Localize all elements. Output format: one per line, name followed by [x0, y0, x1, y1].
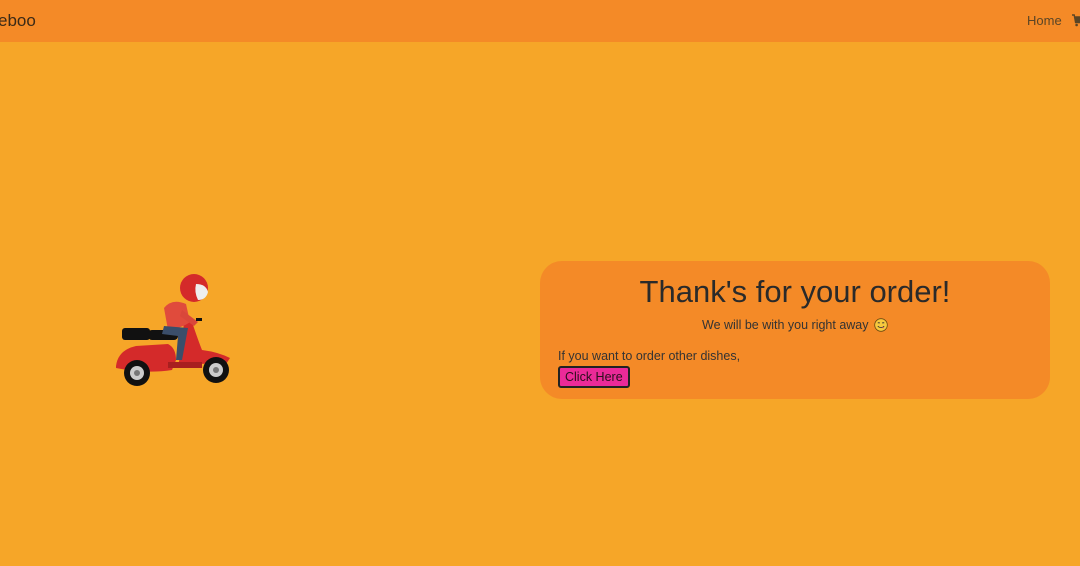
- navbar: eboo Home: [0, 0, 1080, 42]
- click-here-button[interactable]: Click Here: [558, 366, 630, 388]
- order-more-prompt: If you want to order other dishes,: [558, 349, 741, 363]
- order-confirmation-card: Thank's for your order! We will be with …: [540, 261, 1050, 399]
- cart-icon[interactable]: [1072, 14, 1080, 28]
- subtitle-text: We will be with you right away: [702, 318, 869, 332]
- delivery-scooter-illustration: [116, 274, 230, 386]
- yum-face-emoji-icon: [874, 318, 888, 332]
- subtitle-line: We will be with you right away: [540, 318, 1050, 332]
- brand-logo[interactable]: eboo: [0, 11, 36, 31]
- nav-home-link[interactable]: Home: [1027, 13, 1062, 28]
- thank-you-heading: Thank's for your order!: [639, 274, 951, 309]
